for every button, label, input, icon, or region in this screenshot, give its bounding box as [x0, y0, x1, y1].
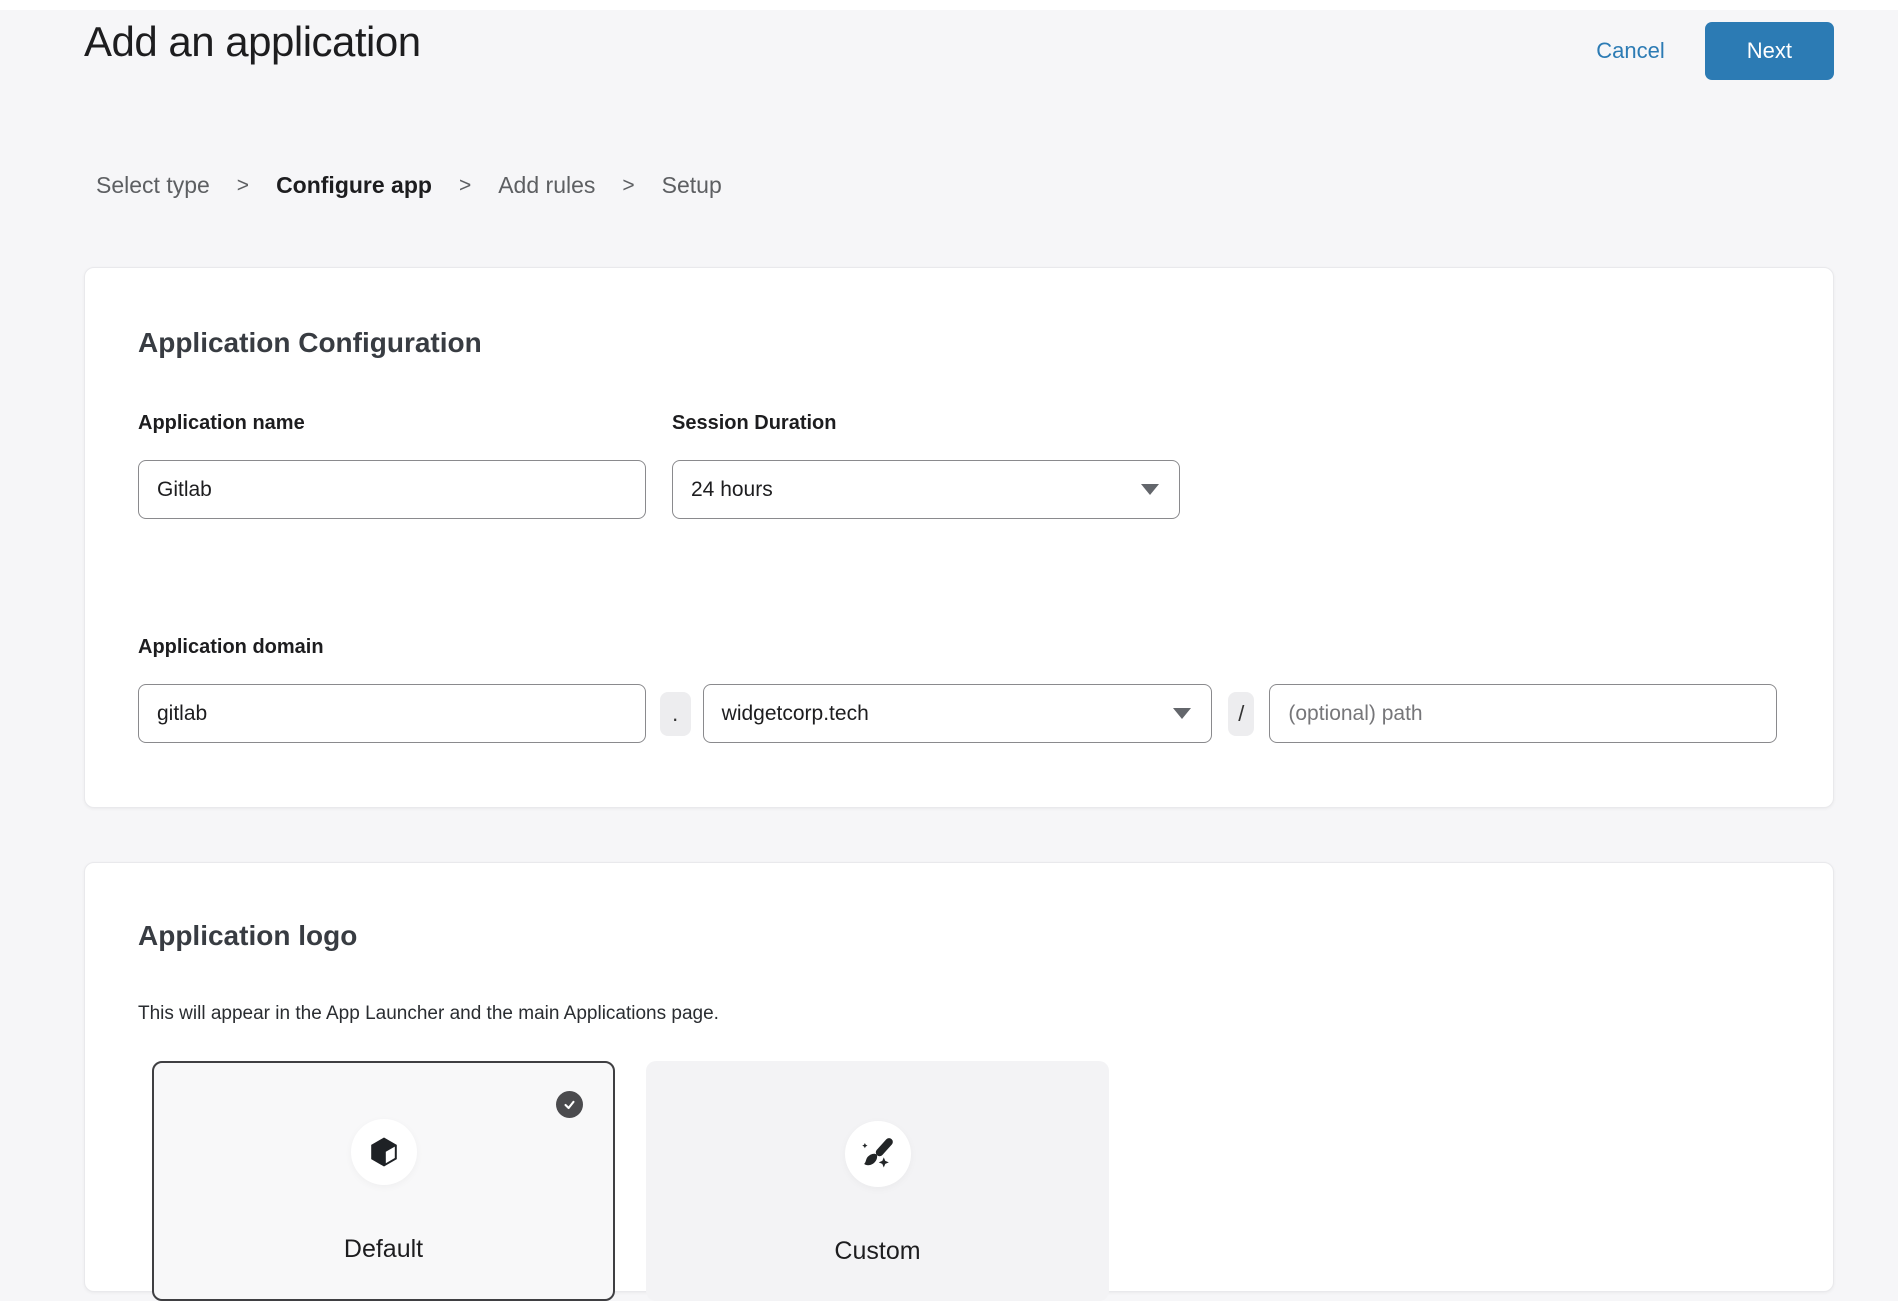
session-duration-select[interactable]: 24 hours [672, 460, 1180, 519]
check-icon [562, 1097, 577, 1112]
chevron-down-icon [1141, 484, 1159, 495]
step-select-type[interactable]: Select type [96, 172, 210, 199]
next-button[interactable]: Next [1705, 22, 1834, 80]
session-duration-field: Session Duration 24 hours [672, 412, 1180, 519]
step-separator: > [459, 174, 471, 198]
header-actions: Cancel Next [1596, 22, 1834, 80]
custom-logo-circle [845, 1121, 911, 1187]
application-name-input[interactable] [138, 460, 646, 519]
application-configuration-card: Application Configuration Application na… [84, 267, 1834, 808]
application-configuration-heading: Application Configuration [138, 326, 1777, 360]
application-name-field: Application name [138, 412, 646, 519]
header-top-strip [0, 0, 1898, 10]
cube-icon [364, 1132, 404, 1172]
selected-badge [556, 1091, 583, 1118]
application-logo-description: This will appear in the App Launcher and… [138, 1003, 1777, 1025]
step-configure-app[interactable]: Configure app [276, 172, 432, 199]
application-name-label: Application name [138, 412, 646, 435]
step-setup[interactable]: Setup [662, 172, 722, 199]
logo-option-default[interactable]: Default [152, 1061, 615, 1301]
slash-separator: / [1228, 692, 1254, 736]
default-logo-circle [351, 1119, 417, 1185]
step-add-rules[interactable]: Add rules [498, 172, 595, 199]
chevron-down-icon [1173, 708, 1191, 719]
logo-option-custom[interactable]: Custom [646, 1061, 1109, 1301]
application-domain-row: . widgetcorp.tech / [138, 684, 1777, 743]
page-title: Add an application [84, 16, 421, 69]
domain-select[interactable]: widgetcorp.tech [703, 684, 1213, 743]
paintbrush-icon [857, 1133, 899, 1175]
dot-separator: . [660, 692, 691, 736]
cancel-button[interactable]: Cancel [1596, 38, 1664, 64]
application-domain-label: Application domain [138, 636, 1777, 659]
step-separator: > [237, 174, 249, 198]
logo-option-label: Custom [648, 1237, 1107, 1266]
name-session-row: Application name Session Duration 24 hou… [138, 412, 1777, 519]
wizard-steps: Select type > Configure app > Add rules … [96, 172, 1898, 199]
step-separator: > [622, 174, 634, 198]
application-logo-heading: Application logo [138, 919, 1777, 953]
domain-select-value: widgetcorp.tech [722, 702, 869, 726]
session-duration-value: 24 hours [691, 478, 773, 502]
application-logo-card: Application logo This will appear in the… [84, 862, 1834, 1292]
path-input[interactable] [1269, 684, 1777, 743]
application-domain-field: Application domain . widgetcorp.tech / [138, 636, 1777, 743]
page-header: Add an application Cancel Next [0, 10, 1898, 80]
subdomain-input[interactable] [138, 684, 646, 743]
logo-options-row: Default Custom [152, 1061, 1777, 1301]
session-duration-label: Session Duration [672, 412, 1180, 435]
